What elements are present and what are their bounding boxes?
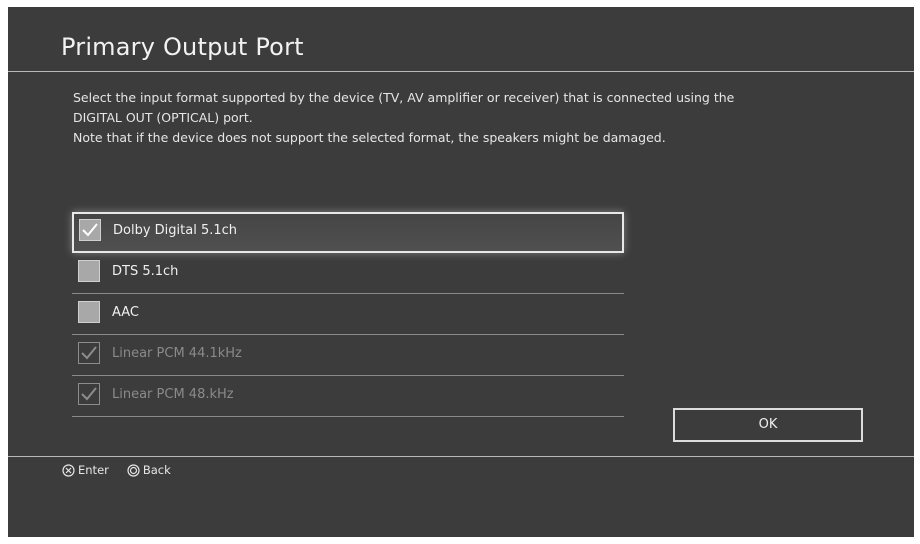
title-divider: [8, 71, 914, 72]
description-line-2: DIGITAL OUT (OPTICAL) port.: [73, 110, 253, 125]
checkbox: [78, 342, 100, 364]
checkbox[interactable]: [79, 219, 101, 241]
enter-label: Enter: [78, 463, 109, 477]
option-aac[interactable]: AAC: [72, 294, 624, 335]
option-dts[interactable]: DTS 5.1ch: [72, 253, 624, 294]
checkmark-icon: [81, 346, 97, 360]
option-label: Linear PCM 44.1kHz: [112, 346, 242, 361]
checkbox[interactable]: [78, 260, 100, 282]
checkbox: [78, 383, 100, 405]
checkmark-icon: [82, 223, 98, 237]
enter-hint: Enter: [62, 463, 109, 477]
option-label: DTS 5.1ch: [112, 264, 179, 279]
option-label: Linear PCM 48.kHz: [112, 387, 234, 402]
back-hint: Back: [127, 463, 171, 477]
option-dolby-digital[interactable]: Dolby Digital 5.1ch: [72, 212, 624, 253]
checkmark-icon: [81, 387, 97, 401]
format-options-list: Dolby Digital 5.1ch DTS 5.1ch AAC Linear…: [72, 212, 624, 417]
description: Select the input format supported by the…: [73, 88, 833, 148]
back-label: Back: [142, 463, 171, 477]
page-title: Primary Output Port: [61, 33, 304, 61]
circle-button-icon: [127, 463, 140, 477]
output-port-dialog: Primary Output Port Select the input for…: [8, 7, 914, 537]
option-lpcm-48: Linear PCM 48.kHz: [72, 376, 624, 417]
ok-button[interactable]: OK: [673, 408, 863, 442]
button-hints: Enter Back: [62, 463, 189, 477]
description-line-3: Note that if the device does not support…: [73, 130, 666, 145]
cross-button-icon: [62, 463, 75, 477]
option-label: AAC: [112, 305, 139, 320]
footer-divider: [8, 456, 914, 457]
option-lpcm-44: Linear PCM 44.1kHz: [72, 335, 624, 376]
option-label: Dolby Digital 5.1ch: [113, 223, 238, 238]
description-line-1: Select the input format supported by the…: [73, 90, 735, 105]
checkbox[interactable]: [78, 301, 100, 323]
